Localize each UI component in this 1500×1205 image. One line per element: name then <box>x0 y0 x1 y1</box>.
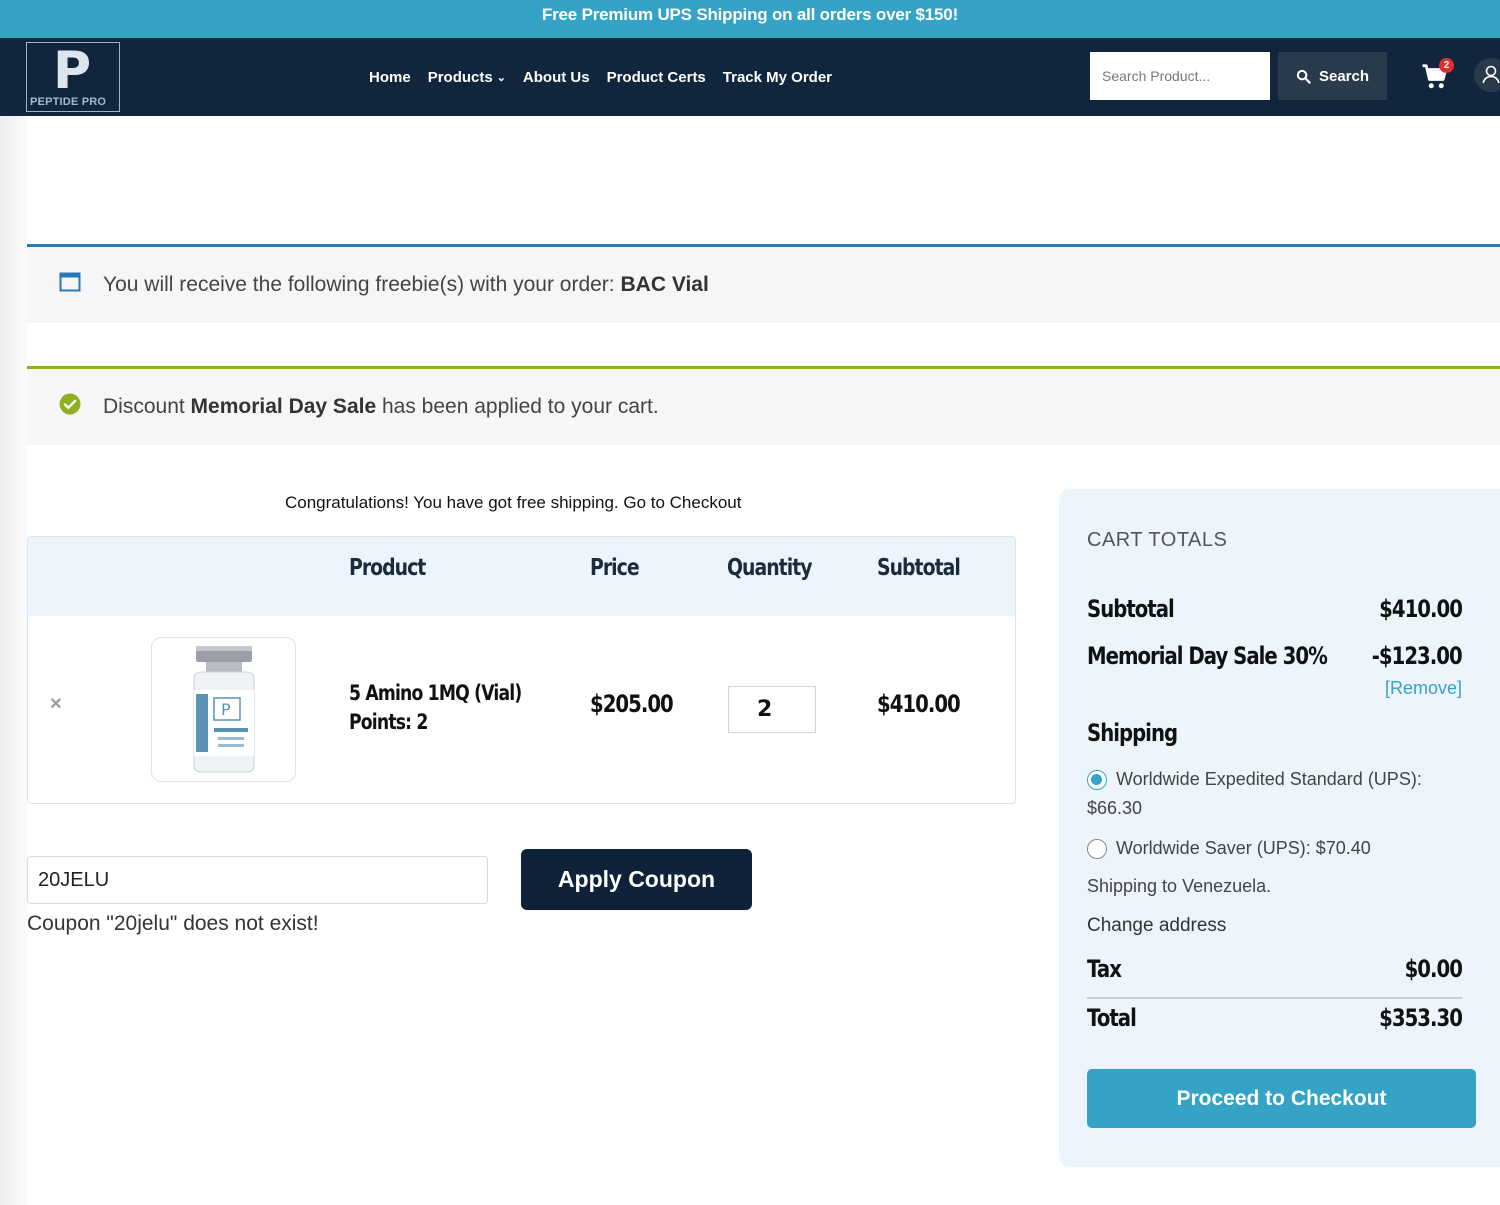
change-address-link[interactable]: Change address <box>1087 915 1226 937</box>
product-points: Points: 2 <box>349 710 428 734</box>
quantity-input[interactable] <box>728 686 816 733</box>
main-nav: Home Products ⌄ About Us Product Certs Tr… <box>369 38 832 116</box>
nav-about[interactable]: About Us <box>523 69 590 86</box>
product-subtotal: $410.00 <box>877 690 961 718</box>
shipping-option-saver-label[interactable]: Worldwide Saver (UPS): $70.40 <box>1116 838 1371 859</box>
freebie-item: BAC Vial <box>620 273 709 296</box>
header-subtotal: Subtotal <box>877 555 961 581</box>
chevron-down-icon: ⌄ <box>496 71 506 84</box>
check-circle-icon <box>59 393 81 421</box>
discount-text: Discount Memorial Day Sale has been appl… <box>103 395 659 419</box>
cart-totals-panel: CART TOTALS Subtotal $410.00 Memorial Da… <box>1059 489 1500 1167</box>
shipping-label: Shipping <box>1087 719 1178 747</box>
remove-item-icon[interactable]: × <box>50 693 62 716</box>
svg-text:P: P <box>221 700 231 719</box>
header-product: Product <box>349 555 426 581</box>
shipping-option-expedited-radio[interactable] <box>1087 770 1107 790</box>
user-account-icon[interactable] <box>1474 58 1500 92</box>
subtotal-value: $410.00 <box>1379 595 1463 623</box>
total-label: Total <box>1087 1004 1137 1032</box>
window-icon <box>59 271 81 299</box>
nav-products-label: Products <box>427 68 493 86</box>
discount-name: Memorial Day Sale <box>190 395 377 418</box>
site-header: P PEPTIDE PRO Home Products ⌄ About Us Pr… <box>0 38 1500 116</box>
nav-products[interactable]: Products ⌄ <box>428 69 506 86</box>
discount-prefix: Discount <box>103 395 185 418</box>
discount-suffix: has been applied to your cart. <box>381 395 659 418</box>
subtotal-label: Subtotal <box>1087 595 1175 623</box>
nav-track-order[interactable]: Track My Order <box>723 69 832 86</box>
freebie-text: You will receive the following freebie(s… <box>103 273 709 297</box>
header-quantity: Quantity <box>727 555 813 581</box>
shipping-option-expedited-price: $66.30 <box>1087 798 1143 818</box>
totals-divider <box>1087 997 1462 999</box>
cart-count-badge: 2 <box>1439 58 1454 73</box>
free-shipping-message[interactable]: Congratulations! You have got free shipp… <box>285 493 741 513</box>
product-thumbnail[interactable]: P <box>151 637 296 782</box>
shipping-destination: Shipping to Venezuela. <box>1087 876 1272 896</box>
discount-value: -$123.00 <box>1372 642 1463 670</box>
tax-value: $0.00 <box>1404 955 1463 983</box>
cart-table-header: Product Price Quantity Subtotal <box>28 537 1015 616</box>
search-icon <box>1296 69 1311 84</box>
apply-coupon-button[interactable]: Apply Coupon <box>521 849 752 910</box>
nav-home[interactable]: Home <box>369 69 411 86</box>
product-price: $205.00 <box>590 690 674 718</box>
cart-totals-heading: CART TOTALS <box>1087 529 1228 551</box>
vial-image-icon: P <box>193 646 255 773</box>
search-button[interactable]: Search <box>1278 52 1387 100</box>
search-input[interactable] <box>1090 52 1270 100</box>
tax-label: Tax <box>1087 955 1122 983</box>
proceed-to-checkout-button[interactable]: Proceed to Checkout <box>1087 1069 1476 1128</box>
shipping-option-saver-radio[interactable] <box>1087 839 1107 859</box>
shipping-option-expedited-label[interactable]: Worldwide Expedited Standard (UPS): <box>1116 769 1422 790</box>
nav-certs[interactable]: Product Certs <box>607 69 706 86</box>
cart-table: Product Price Quantity Subtotal × P 5 Am… <box>27 536 1016 804</box>
site-logo[interactable]: P PEPTIDE PRO <box>26 41 120 112</box>
logo-text: PEPTIDE PRO <box>30 96 107 108</box>
coupon-code-input[interactable] <box>27 856 488 904</box>
header-price: Price <box>590 555 640 581</box>
remove-discount-link[interactable]: [Remove] <box>1385 678 1462 699</box>
product-title: 5 Amino 1MQ (Vial) <box>349 681 522 705</box>
promo-banner: Free Premium UPS Shipping on all orders … <box>0 0 1500 38</box>
discount-notice: Discount Memorial Day Sale has been appl… <box>27 366 1500 445</box>
coupon-error-message: Coupon "20jelu" does not exist! <box>27 912 319 935</box>
freebie-prefix: You will receive the following freebie(s… <box>103 273 615 296</box>
search-button-label: Search <box>1318 67 1370 85</box>
discount-label: Memorial Day Sale 30% <box>1087 642 1328 670</box>
freebie-notice: You will receive the following freebie(s… <box>27 244 1500 323</box>
product-name[interactable]: 5 Amino 1MQ (Vial) Points: 2 <box>349 679 522 737</box>
page-edge <box>0 116 27 1205</box>
total-value: $353.30 <box>1379 1004 1463 1032</box>
logo-letter: P <box>53 41 92 101</box>
